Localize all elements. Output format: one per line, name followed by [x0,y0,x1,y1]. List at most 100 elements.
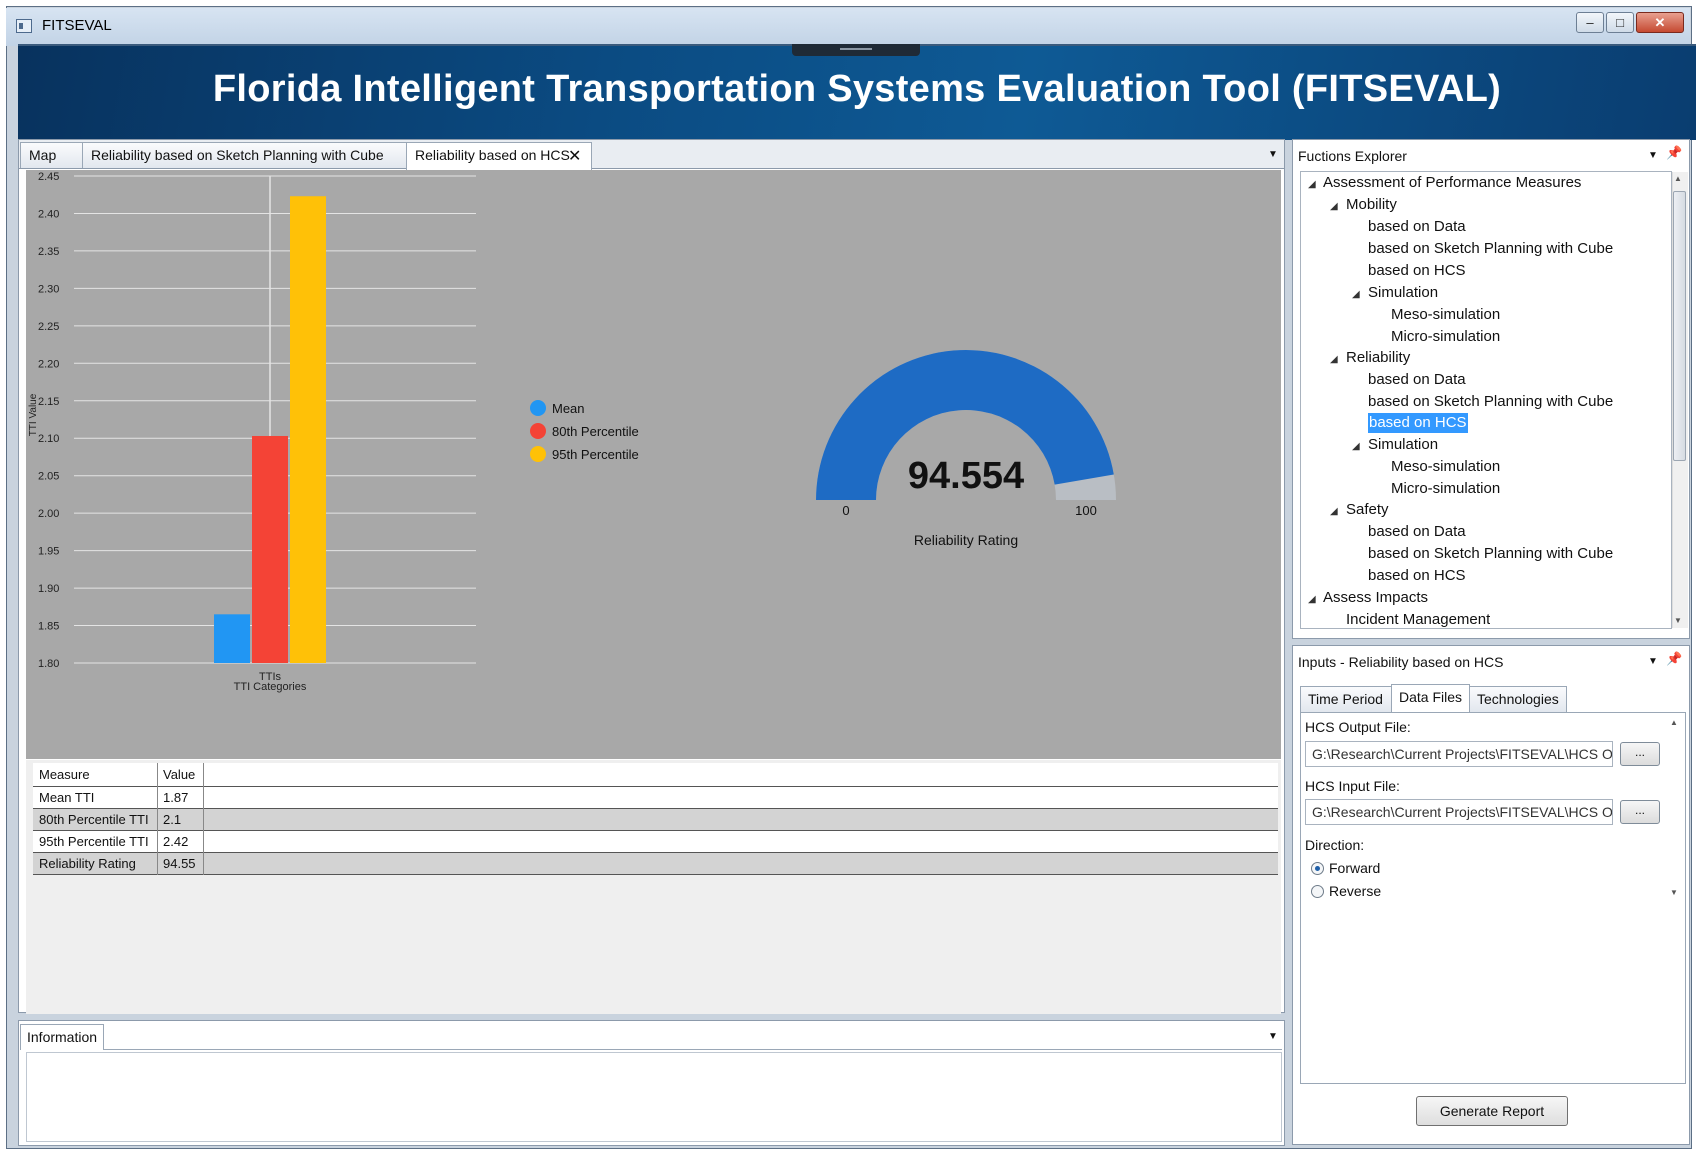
hcs-output-field[interactable]: G:\Research\Current Projects\FITSEVAL\HC… [1305,741,1613,767]
tree-item-assess-impacts[interactable]: Assess Impacts [1323,588,1428,608]
pin-icon[interactable]: 📌 [1666,145,1682,161]
tab-information[interactable]: Information [20,1024,104,1050]
grid-cell-value: 94.55 [163,856,196,871]
scroll-down-icon[interactable]: ▼ [1670,888,1678,897]
grid-cell-measure: 95th Percentile TTI [39,834,149,849]
tree-item-safety-sketch[interactable]: based on Sketch Planning with Cube [1368,544,1613,564]
scroll-up-icon[interactable]: ▲ [1674,174,1682,183]
hcs-output-label: HCS Output File: [1305,719,1411,735]
tab-map[interactable]: Map [20,142,83,168]
hcs-input-field[interactable]: G:\Research\Current Projects\FITSEVAL\HC… [1305,799,1613,825]
grid-header-measure[interactable]: Measure [33,764,157,785]
tree-scrollbar-thumb[interactable] [1673,191,1686,461]
collapse-arrow-icon[interactable]: ◢ [1352,441,1360,452]
y-tick-label: 2.20 [38,358,59,370]
tree-item-reliability-micro[interactable]: Micro-simulation [1391,479,1500,499]
tab-data-files[interactable]: Data Files [1391,684,1470,712]
minimize-button[interactable]: ‒ [1576,12,1604,33]
legend-label: 95th Percentile [552,447,639,462]
tab-technologies[interactable]: Technologies [1469,686,1567,712]
hcs-input-browse-button[interactable]: ... [1620,800,1660,824]
app-icon [16,19,32,33]
x-axis-title: TTI Categories [234,681,307,693]
tree-item-mobility-micro[interactable]: Micro-simulation [1391,327,1500,347]
table-row[interactable]: 80th Percentile TTI 2.1 [33,808,1278,830]
dropdown-icon[interactable]: ▼ [1268,149,1278,160]
pin-icon[interactable]: 📌 [1666,651,1682,667]
tree-item-reliability[interactable]: Reliability [1346,348,1410,368]
collapse-arrow-icon[interactable]: ◢ [1330,506,1338,517]
generate-report-button[interactable]: Generate Report [1416,1096,1568,1126]
tree-item-mobility-sketch[interactable]: based on Sketch Planning with Cube [1368,239,1613,259]
y-tick-label: 1.90 [38,583,59,595]
gauge-value-label: 94.554 [908,455,1024,497]
tree-item-reliability-simulation[interactable]: Simulation [1368,435,1438,455]
legend-marker [530,423,546,439]
y-tick-label: 2.45 [38,171,59,183]
grid-cell-measure: Reliability Rating [39,856,136,871]
tree-item-reliability-data[interactable]: based on Data [1368,370,1466,390]
grid-header-value[interactable]: Value [157,764,201,785]
maximize-button[interactable]: □ [1606,12,1634,33]
direction-label: Direction: [1305,837,1365,853]
tab-time-period[interactable]: Time Period [1300,686,1392,712]
divider [104,1049,1282,1050]
tab-reliability-sketch-planning[interactable]: Reliability based on Sketch Planning wit… [82,142,408,168]
tree-item-mobility-data[interactable]: based on Data [1368,217,1466,237]
grid-header-row: Measure Value [33,763,1278,786]
hcs-output-browse-button[interactable]: ... [1620,742,1660,766]
dropdown-icon[interactable]: ▼ [1268,1031,1278,1042]
forward-radio-label[interactable]: Forward [1329,860,1380,876]
grid-cell-measure: Mean TTI [39,790,95,805]
close-icon[interactable]: ✕ [568,146,581,166]
y-tick-label: 2.25 [38,321,59,333]
table-row[interactable]: Reliability Rating 94.55 [33,852,1278,875]
gauge-caption: Reliability Rating [914,532,1018,548]
tree-item-safety-hcs[interactable]: based on HCS [1368,566,1466,586]
tree-item-reliability-sketch[interactable]: based on Sketch Planning with Cube [1368,392,1613,412]
bar-mean [214,614,250,663]
legend-label: Mean [552,401,585,416]
collapse-arrow-icon[interactable]: ◢ [1308,594,1316,605]
banner-grip-handle[interactable] [792,44,920,56]
bar-95th-percentile [290,196,326,663]
tree-item-mobility-meso[interactable]: Meso-simulation [1391,305,1500,325]
tree-item-safety[interactable]: Safety [1346,500,1389,520]
dropdown-icon[interactable]: ▼ [1648,656,1658,667]
forward-radio[interactable] [1311,862,1324,875]
collapse-arrow-icon[interactable]: ◢ [1308,179,1316,190]
y-axis-title: TTI Value [28,393,39,436]
tree-item-incident-management[interactable]: Incident Management [1346,610,1490,628]
tree-item-safety-data[interactable]: based on Data [1368,522,1466,542]
scroll-up-icon[interactable]: ▲ [1670,718,1678,727]
gauge-min-label: 0 [842,503,849,518]
dropdown-icon[interactable]: ▼ [1648,150,1658,161]
reverse-radio-label[interactable]: Reverse [1329,883,1381,899]
legend-label: 80th Percentile [552,424,639,439]
information-body [26,1052,1282,1142]
scroll-down-icon[interactable]: ▼ [1674,616,1682,625]
tree-item-mobility-hcs[interactable]: based on HCS [1368,261,1466,281]
reverse-radio[interactable] [1311,885,1324,898]
grid-cell-value: 2.1 [163,812,182,827]
y-tick-label: 1.80 [38,658,59,670]
grid-cell-measure: 80th Percentile TTI [39,812,149,827]
table-row[interactable]: 95th Percentile TTI 2.42 [33,830,1278,852]
tree-item-mobility-simulation[interactable]: Simulation [1368,283,1438,303]
tree-item-reliability-meso[interactable]: Meso-simulation [1391,457,1500,477]
tree-item-reliability-hcs[interactable]: based on HCS [1368,413,1468,433]
table-row[interactable]: Mean TTI 1.87 [33,786,1278,808]
grid-cell-value: 2.42 [163,834,189,849]
tab-reliability-hcs[interactable]: Reliability based on HCS [406,142,592,170]
close-window-button[interactable]: ✕ [1636,12,1684,33]
collapse-arrow-icon[interactable]: ◢ [1330,201,1338,212]
y-tick-label: 2.40 [38,208,59,220]
y-tick-label: 2.15 [38,396,59,408]
title-bar[interactable] [6,8,1690,46]
collapse-arrow-icon[interactable]: ◢ [1330,354,1338,365]
tree-item-mobility[interactable]: Mobility [1346,195,1397,215]
y-tick-label: 2.05 [38,471,59,483]
bar-80th-percentile [252,435,288,663]
tree-item-assessment[interactable]: Assessment of Performance Measures [1323,173,1581,193]
collapse-arrow-icon[interactable]: ◢ [1352,289,1360,300]
